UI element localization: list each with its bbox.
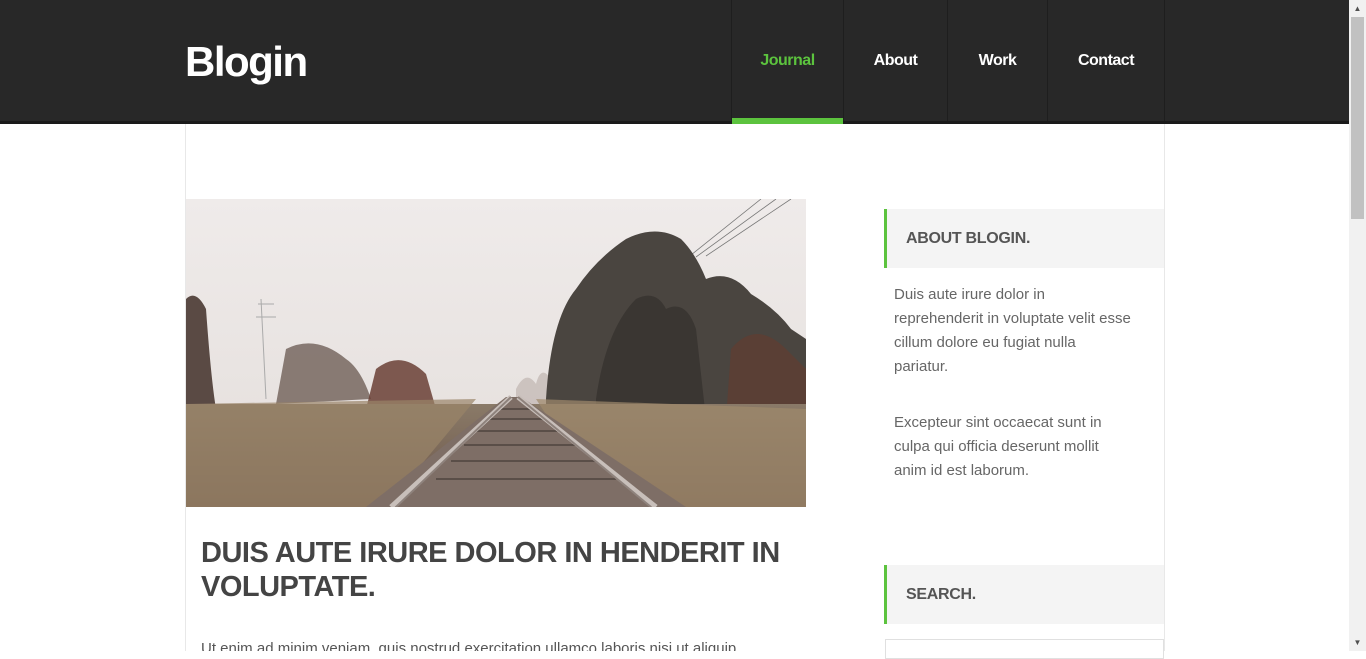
post-title[interactable]: DUIS AUTE IRURE DOLOR IN HENDERIT IN VOL… bbox=[201, 536, 801, 604]
post-excerpt: Ut enim ad minim veniam, quis nostrud ex… bbox=[201, 640, 737, 651]
nav-item-work[interactable]: Work bbox=[947, 0, 1047, 121]
nav-item-journal[interactable]: Journal bbox=[731, 0, 843, 124]
railway-photo bbox=[186, 199, 806, 507]
scroll-down-icon[interactable]: ▼ bbox=[1349, 634, 1366, 651]
about-widget-paragraph-1: Duis aute irure dolor in reprehenderit i… bbox=[894, 286, 1131, 375]
main-nav: Journal About Work Contact bbox=[731, 0, 1165, 124]
scroll-up-icon[interactable]: ▲ bbox=[1349, 0, 1366, 17]
post-featured-image[interactable] bbox=[186, 199, 806, 507]
site-logo[interactable]: Blogin bbox=[185, 38, 308, 86]
about-widget-heading: ABOUT BLOGIN. bbox=[884, 209, 1164, 268]
search-input[interactable] bbox=[885, 639, 1164, 659]
nav-item-about[interactable]: About bbox=[843, 0, 947, 121]
nav-item-contact[interactable]: Contact bbox=[1047, 0, 1165, 121]
scrollbar-thumb[interactable] bbox=[1351, 17, 1364, 219]
page-scrollbar[interactable]: ▲ ▼ bbox=[1349, 0, 1366, 651]
search-widget-heading: SEARCH. bbox=[884, 565, 1164, 624]
site-header: Blogin Journal About Work Contact bbox=[0, 0, 1349, 124]
about-widget-paragraph-2: Excepteur sint occaecat sunt in culpa qu… bbox=[894, 414, 1102, 479]
